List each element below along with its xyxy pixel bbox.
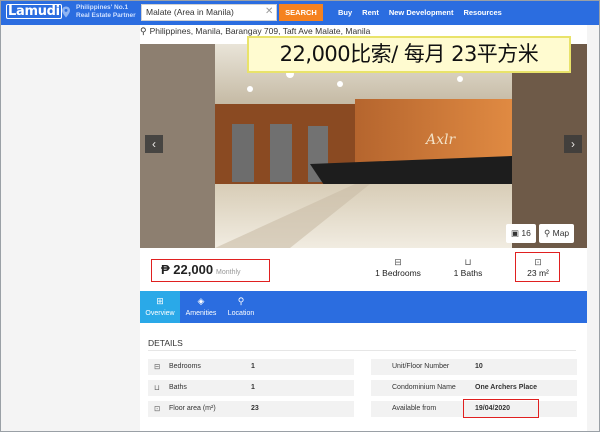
detail-label: Available from [392,405,437,412]
previous-photo-button[interactable]: ‹ [145,135,163,153]
detail-label: Baths [169,384,187,391]
area-icon: ⊡ [534,257,542,267]
detail-row-condominium: Condominium Name One Archers Place [371,380,577,396]
bath-icon: ⊔ [154,383,160,392]
tagline-line1: Philippines' No.1 [76,4,129,11]
svg-text:Axlr: Axlr [424,132,456,148]
detail-value: 23 [251,405,259,412]
nav-new-development[interactable]: New Development [389,8,454,17]
left-margin [1,25,140,431]
map-button[interactable]: ⚲ Map [539,224,575,243]
location-pin-icon [62,6,70,18]
map-label: Map [552,228,570,238]
search-input[interactable]: Malate (Area in Manila) [141,4,277,21]
detail-value: One Archers Place [475,384,537,391]
baths-text: 1 Baths [453,268,483,278]
baths-stat: ⊔ 1 Baths [452,256,484,278]
next-photo-button[interactable]: › [564,135,582,153]
price-value: ₱ 22,000 [161,262,214,277]
details-heading: DETAILS [148,338,183,348]
pin-icon: ⚲ [237,296,245,306]
gallery-icon: ▣ [511,228,520,238]
tab-amenities-label: Amenities [185,310,217,317]
nav-buy[interactable]: Buy [338,8,352,17]
bath-icon: ⊔ [464,257,472,267]
lobby-photo-image: Axlr [140,44,587,248]
map-pin-icon: ⚲ [544,228,551,238]
bedrooms-text: 1 Bedrooms [375,268,421,278]
area-icon: ⊡ [154,404,161,413]
detail-label: Bedrooms [169,363,201,370]
photo-count-button[interactable]: ▣ 16 [506,224,536,243]
detail-value: 1 [251,363,255,370]
logo-text: Lamudi [6,4,62,19]
main-nav: Buy Rent New Development Resources [338,8,502,17]
overlay-caption: 22,000比索/ 每月 23平方米 [247,36,571,73]
bed-icon: ⊟ [394,257,402,267]
detail-row-bedrooms: ⊟ Bedrooms 1 [148,359,354,375]
tab-location[interactable]: ⚲ Location [222,291,260,323]
tab-amenities[interactable]: ◈ Amenities [181,291,221,323]
lamudi-logo[interactable]: Lamudi [6,4,63,19]
tab-overview[interactable]: ⊞ Overview [140,291,180,323]
nav-rent[interactable]: Rent [362,8,379,17]
detail-row-unit-floor: Unit/Floor Number 10 [371,359,577,375]
bed-icon: ⊟ [154,362,161,371]
page-frame: Lamudi Philippines' No.1 Real Estate Par… [0,0,600,432]
nav-resources[interactable]: Resources [463,8,501,17]
detail-label: Floor area (m²) [169,405,216,412]
chevron-left-icon: ‹ [152,137,156,151]
tab-location-label: Location [227,310,255,317]
tab-overview-label: Overview [145,310,175,317]
listing-price: ₱ 22,000 Monthly [161,262,241,277]
grid-icon: ⊞ [156,296,164,306]
right-margin [587,25,599,431]
tagline: Philippines' No.1 Real Estate Partner [76,4,136,20]
address-text: Philippines, Manila, Barangay 709, Taft … [149,26,371,36]
search-button[interactable]: SEARCH [279,4,323,21]
chevron-right-icon: › [571,137,575,151]
detail-label: Condominium Name [392,384,456,391]
listing-photo[interactable]: Axlr [140,44,587,248]
area-text: 23 m² [527,268,549,278]
details-divider [148,350,576,351]
tagline-line2: Real Estate Partner [76,12,136,19]
available-date-highlight-box [463,399,539,418]
detail-value: 10 [475,363,483,370]
map-marker-icon: ⚲ [140,26,147,36]
detail-value: 1 [251,384,255,391]
detail-row-baths: ⊔ Baths 1 [148,380,354,396]
detail-label: Unit/Floor Number [392,363,450,370]
clear-search-icon[interactable]: ✕ [265,5,273,19]
bedrooms-stat: ⊟ 1 Bedrooms [373,256,423,278]
photo-count: 16 [521,228,531,238]
cube-icon: ◈ [197,296,205,306]
price-unit: Monthly [216,269,241,276]
area-stat: ⊡ 23 m² [519,256,557,278]
detail-row-floor-area: ⊡ Floor area (m²) 23 [148,401,354,417]
